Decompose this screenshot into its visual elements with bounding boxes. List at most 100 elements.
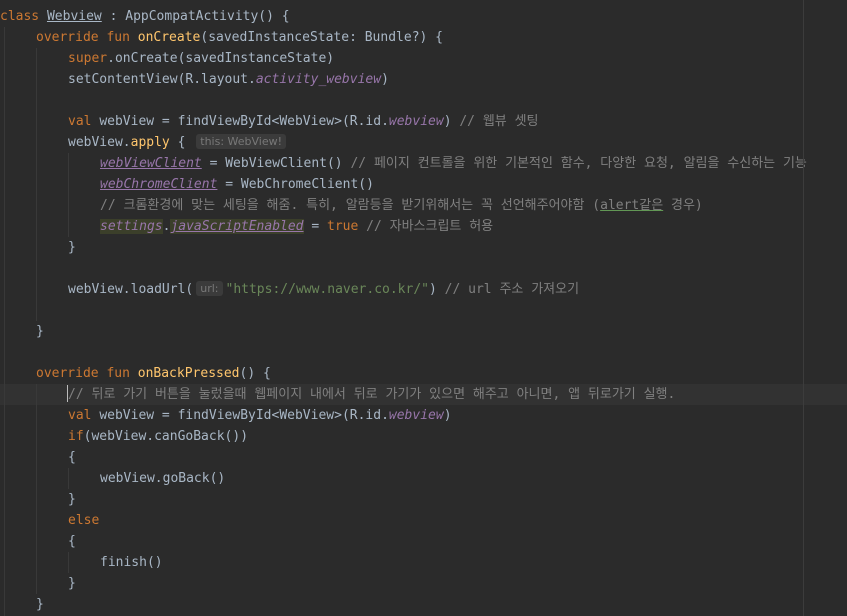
code-token: (savedInstanceState: Bundle?) { xyxy=(200,30,444,45)
code-line[interactable]: else xyxy=(0,510,847,531)
code-line[interactable]: if(webView.canGoBack()) xyxy=(0,426,847,447)
code-token: override fun xyxy=(36,366,138,381)
indent-guide xyxy=(68,153,69,237)
indent-guide xyxy=(36,384,37,594)
code-token: webView = findViewById<WebView>(R.id. xyxy=(99,408,389,423)
code-token: // 크롬환경에 맞는 세팅을 해줌. 특히, 알람등을 받기위해서는 꼭 선언… xyxy=(100,198,601,213)
code-token: "https://www.naver.co.kr/" xyxy=(225,282,430,297)
code-token: finish() xyxy=(100,555,163,570)
code-token: ) xyxy=(429,282,445,297)
indent-guide xyxy=(4,27,5,616)
code-token: } xyxy=(36,597,44,612)
code-line-text: } xyxy=(68,237,76,258)
code-token: javaScriptEnabled xyxy=(170,219,304,234)
indent-guide xyxy=(36,48,37,321)
code-line[interactable]: override fun onBackPressed() { xyxy=(0,363,847,384)
code-line-text: // 크롬환경에 맞는 세팅을 해줌. 특히, 알람등을 받기위해서는 꼭 선언… xyxy=(100,195,703,216)
code-line[interactable]: override fun onCreate(savedInstanceState… xyxy=(0,27,847,48)
code-token: = xyxy=(303,219,327,234)
code-token: ) xyxy=(443,408,452,423)
code-line-text: else xyxy=(68,510,99,531)
code-token: else xyxy=(68,513,100,528)
parameter-hint: this: WebView! xyxy=(196,134,287,149)
code-line[interactable]: class Webview : AppCompatActivity() { xyxy=(0,6,847,27)
code-line[interactable]: settings.javaScriptEnabled = true // 자바스… xyxy=(0,216,847,237)
code-line-text: webView.loadUrl(url: "https://www.naver.c… xyxy=(68,279,579,300)
code-line-text: } xyxy=(36,321,44,342)
code-line[interactable]: val webView = findViewById<WebView>(R.id… xyxy=(0,405,847,426)
code-token: () { xyxy=(239,366,271,381)
code-token: onBackPressed xyxy=(137,366,240,381)
code-token: } xyxy=(68,492,76,507)
code-token: // 뒤로 가기 버튼을 눌렀을때 웹페이지 내에서 뒤로 가기가 있으면 해주… xyxy=(68,387,676,402)
code-token: { xyxy=(169,135,194,150)
code-token: } xyxy=(36,324,44,339)
code-line[interactable]: } xyxy=(0,489,847,510)
code-line[interactable]: webView.apply { this: WebView! xyxy=(0,132,847,153)
code-line-text: { xyxy=(68,531,76,552)
code-token: activity_webview xyxy=(255,72,382,87)
code-token: apply xyxy=(130,135,170,150)
code-line[interactable]: { xyxy=(0,447,847,468)
code-line[interactable] xyxy=(0,90,847,111)
code-line[interactable]: } xyxy=(0,594,847,615)
code-token: super xyxy=(68,51,108,66)
code-token: webview xyxy=(388,114,444,129)
code-line-text: class Webview : AppCompatActivity() { xyxy=(0,6,290,27)
code-token: // 자바스크립트 허용 xyxy=(366,219,494,234)
code-line[interactable]: } xyxy=(0,573,847,594)
code-token: 경우) xyxy=(663,198,703,213)
code-line[interactable]: setContentView(R.layout.activity_webview… xyxy=(0,69,847,90)
code-line[interactable]: webView.goBack() xyxy=(0,468,847,489)
code-line[interactable]: // 뒤로 가기 버튼을 눌렀을때 웹페이지 내에서 뒤로 가기가 있으면 해주… xyxy=(0,384,847,405)
code-line-text: super.onCreate(savedInstanceState) xyxy=(68,48,334,69)
code-line[interactable]: webViewClient = WebViewClient() // 페이지 컨… xyxy=(0,153,847,174)
code-token: ) xyxy=(381,72,389,87)
code-token: if xyxy=(68,429,84,444)
code-token: webView.loadUrl( xyxy=(68,282,194,297)
code-editor[interactable]: class Webview : AppCompatActivity() {ove… xyxy=(0,0,847,616)
code-token: webChromeClient xyxy=(100,177,218,192)
code-line[interactable] xyxy=(0,258,847,279)
code-line[interactable]: { xyxy=(0,531,847,552)
code-token: (webView.canGoBack()) xyxy=(83,429,249,444)
code-line[interactable] xyxy=(0,300,847,321)
code-token: } xyxy=(68,240,76,255)
code-token: val xyxy=(68,114,100,129)
code-line[interactable]: val webView = findViewById<WebView>(R.id… xyxy=(0,111,847,132)
code-line-text: settings.javaScriptEnabled = true // 자바스… xyxy=(100,216,493,237)
code-token: .onCreate(savedInstanceState) xyxy=(107,51,335,66)
code-token: override fun xyxy=(36,30,138,45)
code-line-text: } xyxy=(68,573,76,594)
code-token: // 페이지 컨트롤을 위한 기본적인 함수, 다양한 요청, 알림을 수신하는… xyxy=(350,156,807,171)
code-line[interactable]: // 크롬환경에 맞는 세팅을 해줌. 특히, 알람등을 받기위해서는 꼭 선언… xyxy=(0,195,847,216)
code-token: setContentView(R.layout. xyxy=(68,72,256,87)
code-token: webView.goBack() xyxy=(100,471,226,486)
code-token: webViewClient xyxy=(100,156,202,171)
code-line-text: webView.goBack() xyxy=(100,468,225,489)
code-line-text: webView.apply { this: WebView! xyxy=(68,132,289,153)
code-token: Webview xyxy=(46,9,102,24)
code-line[interactable] xyxy=(0,342,847,363)
code-token: // 웹뷰 셋팅 xyxy=(459,114,539,129)
code-line-text: override fun onCreate(savedInstanceState… xyxy=(36,27,443,48)
code-line[interactable]: } xyxy=(0,321,847,342)
code-token: } xyxy=(68,576,76,591)
code-token: ) xyxy=(443,114,460,129)
code-line[interactable]: } xyxy=(0,237,847,258)
code-token: { xyxy=(68,534,76,549)
code-line[interactable]: finish() xyxy=(0,552,847,573)
code-token: val xyxy=(68,408,100,423)
indent-guide xyxy=(68,552,69,573)
code-token: onCreate xyxy=(137,30,201,45)
code-line[interactable]: webView.loadUrl(url: "https://www.naver.c… xyxy=(0,279,847,300)
code-line[interactable]: webChromeClient = WebChromeClient() xyxy=(0,174,847,195)
code-line[interactable]: super.onCreate(savedInstanceState) xyxy=(0,48,847,69)
code-token: webview xyxy=(388,408,444,423)
code-token: alert같은 xyxy=(600,198,664,213)
parameter-hint: url: xyxy=(196,281,223,296)
code-token: webView = findViewById<WebView>(R.id. xyxy=(99,114,389,129)
code-token: // url 주소 가져오기 xyxy=(444,282,580,297)
code-line-text: if(webView.canGoBack()) xyxy=(68,426,248,447)
code-token: = WebViewClient() xyxy=(201,156,351,171)
